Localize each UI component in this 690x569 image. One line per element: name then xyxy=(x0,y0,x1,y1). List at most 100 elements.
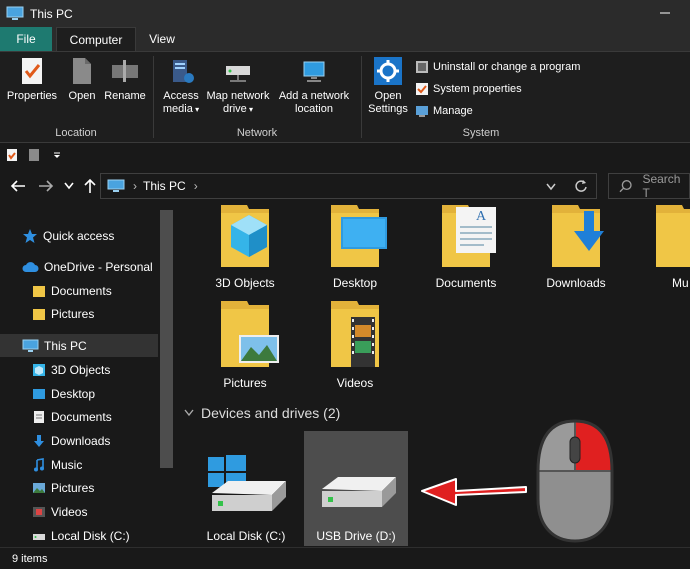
sidebar-item-downloads[interactable]: Downloads xyxy=(0,429,158,452)
sidebar-scrollbar[interactable] xyxy=(160,210,173,468)
system-properties-button[interactable]: System properties xyxy=(415,80,522,98)
search-placeholder: Search T xyxy=(642,172,681,200)
tab-computer[interactable]: Computer xyxy=(56,27,136,51)
sidebar-item-music[interactable]: Music xyxy=(0,453,158,476)
sidebar-item-onedrive-pictures[interactable]: Pictures xyxy=(0,302,158,325)
svg-text:A: A xyxy=(476,209,487,224)
drive-icon xyxy=(33,533,45,540)
drive-usb-d[interactable]: USB Drive (D:) xyxy=(304,431,408,546)
rename-button[interactable]: Rename xyxy=(102,56,148,103)
address-bar[interactable]: › This PC › xyxy=(100,173,597,199)
breadcrumb-separator: › xyxy=(193,179,198,193)
sidebar-item-3d-objects[interactable]: 3D Objects xyxy=(0,358,158,381)
drive-label: Local Disk (C:) xyxy=(206,529,286,543)
settings-gear-icon xyxy=(374,57,402,85)
cloud-icon xyxy=(22,261,39,272)
new-folder-icon[interactable] xyxy=(28,148,40,162)
manage-button[interactable]: Manage xyxy=(415,102,473,120)
ribbon-divider xyxy=(361,56,362,138)
sidebar-item-label: Quick access xyxy=(43,228,115,243)
rename-label: Rename xyxy=(104,90,146,102)
folder-music-icon xyxy=(656,205,690,267)
navigation-pane: Quick access OneDrive - Personal Documen… xyxy=(0,205,158,547)
sidebar-item-videos[interactable]: Videos xyxy=(0,500,158,523)
folder-3d-objects[interactable]: 3D Objects xyxy=(200,205,290,290)
folder-icon xyxy=(33,308,45,320)
red-arrow-icon xyxy=(421,478,527,506)
tab-file[interactable]: File xyxy=(0,27,52,51)
section-label: Devices and drives (2) xyxy=(201,405,341,421)
address-dropdown-icon[interactable] xyxy=(546,183,556,191)
add-network-location-button[interactable]: Add a network location xyxy=(273,56,355,116)
sidebar-item-local-disk[interactable]: Local Disk (C:) xyxy=(0,524,158,547)
tab-view[interactable]: View xyxy=(136,27,188,51)
pc-icon xyxy=(107,179,125,192)
sidebar-item-quick-access[interactable]: Quick access xyxy=(0,224,158,247)
sidebar-item-label: OneDrive - Personal xyxy=(44,259,153,274)
title-bar: This PC xyxy=(0,0,690,27)
sidebar-item-onedrive[interactable]: OneDrive - Personal xyxy=(0,255,158,278)
item-count: 9 items xyxy=(12,553,48,565)
sidebar-item-label: Videos xyxy=(51,504,88,519)
add-location-label-2: location xyxy=(295,103,333,115)
sidebar-item-label: Documents xyxy=(51,283,112,298)
pc-icon xyxy=(6,6,24,20)
map-network-drive-button[interactable]: Map network drive ▾ xyxy=(205,56,271,116)
windows-drive-icon xyxy=(208,455,286,511)
status-bar: 9 items xyxy=(0,547,690,569)
folder-desktop[interactable]: Desktop xyxy=(310,205,400,290)
sidebar-item-pictures[interactable]: Pictures xyxy=(0,476,158,499)
folder-desktop-icon xyxy=(331,205,387,267)
properties-button[interactable]: Properties xyxy=(4,56,60,103)
open-settings-button[interactable]: Open Settings xyxy=(365,56,411,116)
sidebar-item-this-pc[interactable]: This PC xyxy=(0,334,158,357)
open-button[interactable]: Open xyxy=(62,56,102,103)
network-group-label: Network xyxy=(236,127,278,139)
minimize-icon[interactable] xyxy=(658,6,672,20)
access-media-button[interactable]: Access media ▾ xyxy=(157,56,205,116)
refresh-icon[interactable] xyxy=(574,179,588,193)
folder-label: Videos xyxy=(336,376,374,390)
ribbon-tabs: File Computer View xyxy=(0,27,690,51)
star-icon xyxy=(23,228,37,243)
video-icon xyxy=(33,506,45,517)
breadcrumb-separator: › xyxy=(133,179,137,193)
sidebar-item-onedrive-documents[interactable]: Documents xyxy=(0,279,158,302)
uninstall-label: Uninstall or change a program xyxy=(433,61,581,73)
sidebar-item-desktop[interactable]: Desktop xyxy=(0,382,158,405)
devices-and-drives-header[interactable]: Devices and drives (2) xyxy=(184,405,340,421)
folder-pictures[interactable]: Pictures xyxy=(200,297,290,390)
search-box[interactable]: Search T xyxy=(608,172,690,200)
open-settings-label-1: Open xyxy=(374,90,402,102)
folder-label: Desktop xyxy=(332,276,378,290)
folder-downloads[interactable]: Downloads xyxy=(531,205,621,290)
properties-icon[interactable] xyxy=(6,148,18,162)
network-drive-icon xyxy=(226,66,250,82)
uninstall-program-button[interactable]: Uninstall or change a program xyxy=(415,58,580,76)
folder-music[interactable]: Mu xyxy=(642,205,690,290)
cube-icon xyxy=(33,363,45,376)
chevron-down-icon xyxy=(184,409,194,417)
ribbon-group-network: Access media ▾ Map network drive ▾ Add a… xyxy=(155,52,359,142)
drive-local-disk-c[interactable]: Local Disk (C:) xyxy=(194,431,298,546)
access-media-label-1: Access xyxy=(163,90,199,102)
pc-icon xyxy=(22,339,39,352)
system-group-label: System xyxy=(462,127,500,139)
sidebar-item-label: Documents xyxy=(51,409,112,424)
media-server-icon xyxy=(173,60,194,83)
drive-label: USB Drive (D:) xyxy=(316,529,396,543)
properties-icon xyxy=(22,58,42,84)
forward-arrow-icon[interactable] xyxy=(38,179,54,193)
uninstall-icon xyxy=(416,61,428,73)
sidebar-item-label: Local Disk (C:) xyxy=(51,528,130,543)
customize-toolbar-icon[interactable] xyxy=(52,150,62,160)
recent-locations-chevron-icon[interactable] xyxy=(64,182,74,190)
up-arrow-icon[interactable] xyxy=(83,178,97,194)
breadcrumb-this-pc[interactable]: This PC xyxy=(143,179,186,193)
sidebar-item-documents[interactable]: Documents xyxy=(0,405,158,428)
folder-videos[interactable]: Videos xyxy=(310,297,400,390)
add-location-label-1: Add a network xyxy=(278,90,350,102)
back-arrow-icon[interactable] xyxy=(10,179,26,193)
folder-documents[interactable]: A Documents xyxy=(421,205,511,290)
system-properties-icon xyxy=(416,83,428,95)
